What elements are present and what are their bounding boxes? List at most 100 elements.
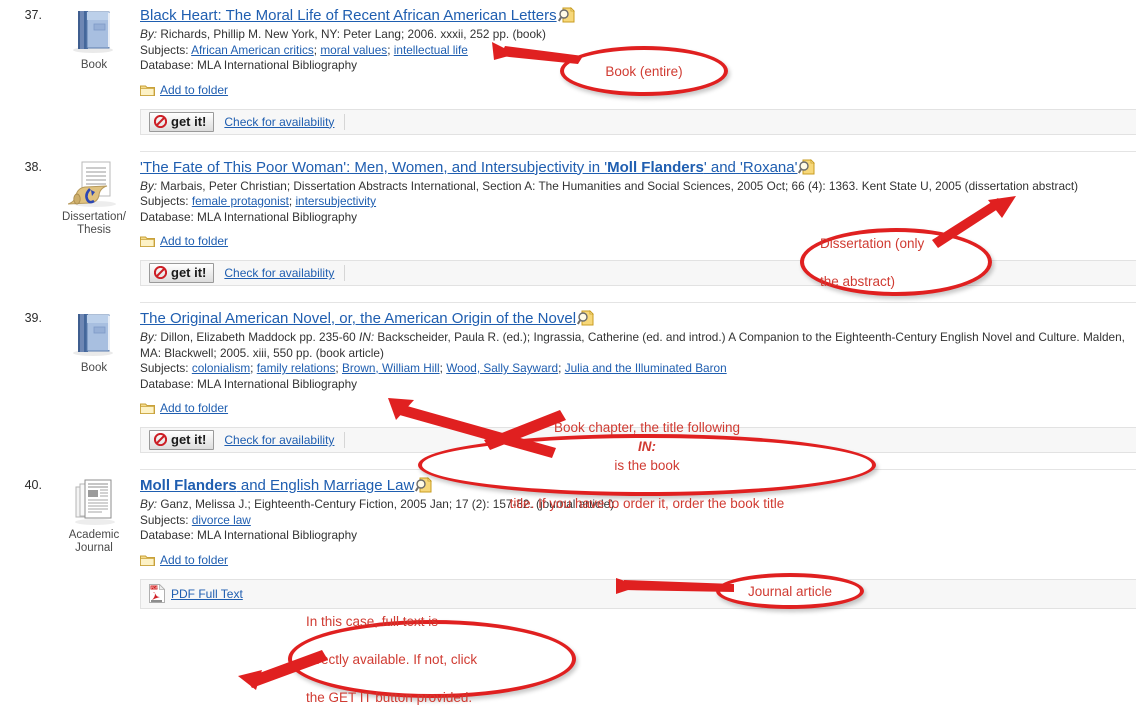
result-database: Database: MLA International Bibliography <box>140 528 358 542</box>
subject-link[interactable]: intersubjectivity <box>295 194 376 208</box>
subject-link[interactable]: African American critics <box>191 43 314 57</box>
get-it-label: get it! <box>171 432 207 447</box>
subject-link[interactable]: family relations <box>257 361 336 375</box>
availability-bar: get it! Check for availability <box>140 427 1136 453</box>
check-for-availability-link[interactable]: Check for availability <box>224 265 346 281</box>
check-for-availability-link[interactable]: Check for availability <box>224 113 346 130</box>
result-title-link[interactable]: 'The Fate of This Poor Woman': Men, Wome… <box>140 159 797 176</box>
result-type-label: Book <box>80 59 108 71</box>
pdf-icon: PDF <box>149 584 165 603</box>
pdf-full-text-link[interactable]: PDF PDF Full Text <box>149 584 243 603</box>
book-icon <box>68 310 120 360</box>
result-subjects: Subjects: divorce law <box>140 512 251 527</box>
subject-link[interactable]: Wood, Sally Sayward <box>446 361 558 375</box>
subject-link[interactable]: Julia and the Illuminated Baron <box>565 361 727 375</box>
result-database: Database: MLA International Bibliography <box>140 376 358 391</box>
result-body: Moll Flanders and English Marriage Law B… <box>140 476 1140 609</box>
add-to-folder-link[interactable]: Add to folder <box>140 401 228 415</box>
result-title-link[interactable]: The Original American Novel, or, the Ame… <box>140 310 576 327</box>
add-to-folder-link[interactable]: Add to folder <box>140 83 228 97</box>
subject-link[interactable]: Brown, William Hill <box>342 361 440 375</box>
result-number: 38. <box>24 159 42 174</box>
annotation-line-2: directly available. If not, click <box>306 651 478 667</box>
get-it-button[interactable]: get it! <box>149 263 215 283</box>
by-prefix: By: <box>140 497 158 511</box>
result-subjects: Subjects: colonialism; family relations;… <box>140 361 727 375</box>
subject-link[interactable]: intellectual life <box>394 43 468 57</box>
get-it-button[interactable]: get it! <box>149 111 215 132</box>
add-to-folder-link[interactable]: Add to folder <box>140 234 228 248</box>
result-title-link[interactable]: Black Heart: The Moral Life of Recent Af… <box>140 7 557 24</box>
add-to-folder-label: Add to folder <box>160 82 229 97</box>
result-database: Database: MLA International Bibliography <box>140 58 358 72</box>
result-citation: By: Richards, Phillip M. New York, NY: P… <box>140 27 546 41</box>
folder-icon <box>140 236 155 247</box>
preview-icon[interactable] <box>798 158 816 175</box>
result-body: Black Heart: The Moral Life of Recent Af… <box>140 6 1140 152</box>
result-title-emphasis: Moll Flanders <box>607 158 704 176</box>
get-it-button[interactable]: get it! <box>149 430 215 450</box>
result-row: 39. Book The Original American Novel, or,… <box>0 303 1140 470</box>
check-for-availability-link[interactable]: Check for availability <box>224 432 346 448</box>
result-type: Book <box>48 6 140 72</box>
result-subjects: Subjects: African American critics; mora… <box>140 42 468 57</box>
preview-icon[interactable] <box>557 7 575 23</box>
result-title-link[interactable]: Moll Flanders and English Marriage Law <box>140 477 414 494</box>
result-body: The Original American Novel, or, the Ame… <box>140 309 1140 470</box>
subject-link[interactable]: colonialism <box>192 361 250 375</box>
subject-link[interactable]: divorce law <box>192 513 251 527</box>
result-title-line: Black Heart: The Moral Life of Recent Af… <box>140 6 1136 25</box>
pdf-full-text-label: PDF Full Text <box>171 586 243 601</box>
result-citation: By: Dillon, Elizabeth Maddock pp. 235-60… <box>140 330 1125 360</box>
dissertation-icon <box>68 161 116 207</box>
search-results-list: 37. Book Black Heart: The Moral Life of R… <box>0 0 1140 609</box>
result-citation: By: Ganz, Melissa J.; Eighteenth-Century… <box>140 497 615 511</box>
by-prefix: By: <box>140 330 158 344</box>
result-database: Database: MLA International Bibliography <box>140 209 358 224</box>
result-title-line: The Original American Novel, or, the Ame… <box>140 309 1136 328</box>
add-to-folder-label: Add to folder <box>160 552 229 567</box>
add-to-folder-label: Add to folder <box>160 234 229 248</box>
folder-icon <box>140 403 155 414</box>
result-number: 39. <box>24 311 42 325</box>
result-title-emphasis: Moll Flanders <box>140 477 237 494</box>
academic-journal-icon <box>75 479 115 525</box>
add-to-folder-link[interactable]: Add to folder <box>140 553 228 567</box>
dissertation-icon <box>68 159 120 209</box>
getit-logo-icon <box>154 266 167 279</box>
subject-link[interactable]: female protagonist <box>192 194 289 208</box>
result-body: 'The Fate of This Poor Woman': Men, Wome… <box>140 158 1140 303</box>
result-citation: By: Marbais, Peter Christian; Dissertati… <box>140 178 1079 193</box>
academic-journal-icon <box>68 477 120 527</box>
result-type: Dissertation/Thesis <box>48 158 140 237</box>
folder-icon <box>140 555 155 566</box>
result-type: Book <box>48 309 140 375</box>
book-icon <box>73 314 113 356</box>
arrow-full-text-head <box>238 670 262 690</box>
annotation-full-text: In this case, full text is directly avai… <box>288 614 576 705</box>
subject-link[interactable]: moral values <box>320 43 387 57</box>
get-it-label: get it! <box>171 113 207 129</box>
get-it-label: get it! <box>171 265 207 280</box>
result-type-label: Book <box>80 362 108 374</box>
preview-icon[interactable] <box>577 310 595 326</box>
getit-logo-icon <box>154 114 167 128</box>
folder-icon <box>140 85 155 96</box>
annotation-line-1: In this case, full text is <box>306 613 439 629</box>
preview-icon[interactable] <box>415 477 433 493</box>
result-number: 40. <box>24 478 42 492</box>
availability-bar: get it! Check for availability <box>140 260 1136 286</box>
result-type: Academic Journal <box>48 476 140 555</box>
book-icon <box>68 7 120 57</box>
result-number: 37. <box>24 8 42 22</box>
getit-logo-icon <box>154 433 167 446</box>
full-text-bar: PDF PDF Full Text <box>140 578 1136 609</box>
result-title-line: Moll Flanders and English Marriage Law <box>140 476 1136 495</box>
annotation-text: In this case, full text is directly avai… <box>306 612 477 707</box>
in-marker: IN: <box>359 330 375 344</box>
book-icon <box>73 11 113 53</box>
result-subjects: Subjects: female protagonist; intersubje… <box>140 194 377 208</box>
by-prefix: By: <box>140 27 158 41</box>
result-title-line: 'The Fate of This Poor Woman': Men, Wome… <box>140 158 1136 177</box>
arrow-full-text <box>246 650 328 688</box>
